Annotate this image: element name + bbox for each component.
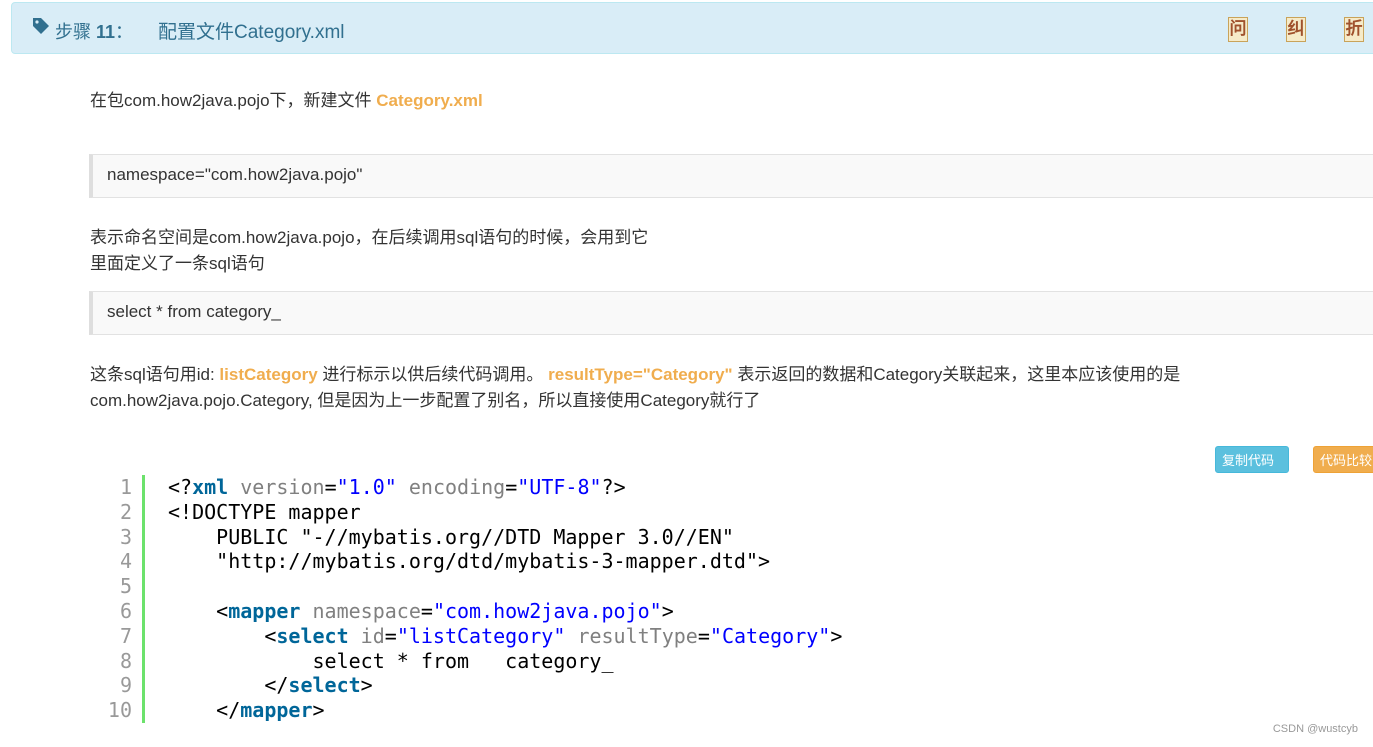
step-header: 步骤 11： 配置文件Category.xml 问 纠 折: [11, 2, 1373, 54]
code-line-6: <mapper namespace="com.how2java.pojo">: [216, 598, 674, 623]
watermark: CSDN @wustcyb: [1272, 723, 1358, 735]
code-line-8: select * from category_: [168, 648, 614, 673]
line-number: 4: [119, 549, 132, 574]
highlight-result-type: resultType="Category": [548, 365, 733, 384]
intro-highlight: Category.xml: [376, 91, 483, 110]
code-line-2: <!DOCTYPE mapper: [168, 499, 361, 524]
line-number: 7: [119, 623, 132, 648]
code-line-7: <select id="listCategory" resultType="Ca…: [264, 623, 843, 648]
explain-select: 这条sql语句用id: listCategory 进行标示以供后续代码调用。 r…: [90, 365, 1181, 410]
intro-text: 在包com.how2java.pojo下，新建文件 Category.xml: [90, 91, 483, 110]
gutter-divider: [142, 475, 145, 723]
line-number: 10: [107, 698, 132, 723]
line-number-gutter: 1 2 3 4 5 6 7 8 9 10: [98, 475, 132, 723]
code-snippet-namespace: namespace="com.how2java.pojo": [89, 154, 1373, 198]
code-snippet-select: select * from category_: [89, 291, 1373, 335]
copy-code-button[interactable]: 复制代码: [1215, 446, 1289, 473]
code-block: <?xml version="1.0" encoding="UTF-8"?> <…: [168, 475, 842, 723]
question-button[interactable]: 问: [1228, 17, 1248, 42]
code-line-9: </select>: [264, 673, 373, 698]
collapse-button[interactable]: 折: [1344, 17, 1364, 42]
code-line-3: PUBLIC "-//mybatis.org//DTD Mapper 3.0//…: [168, 524, 734, 549]
line-number: 3: [119, 524, 132, 549]
line-number: 8: [119, 648, 132, 673]
step-label: 步骤 11：: [55, 22, 134, 42]
correction-button[interactable]: 纠: [1286, 17, 1306, 42]
step-title: 配置文件Category.xml: [158, 22, 345, 43]
compare-code-button[interactable]: 代码比较: [1313, 446, 1373, 473]
line-number: 2: [119, 499, 132, 524]
line-number: 1: [119, 475, 132, 499]
code-line-1: <?xml version="1.0" encoding="UTF-8"?>: [168, 475, 626, 499]
line-number: 5: [119, 574, 132, 599]
explain-namespace: 表示命名空间是com.how2java.pojo，在后续调用sql语句的时候，会…: [90, 228, 649, 273]
line-number: 6: [119, 598, 132, 623]
tag-icon: [33, 18, 49, 34]
highlight-list-category: listCategory: [219, 365, 318, 384]
code-line-4: "http://mybatis.org/dtd/mybatis-3-mapper…: [168, 549, 771, 574]
line-number: 9: [119, 673, 132, 698]
code-line-10: </mapper>: [216, 698, 325, 723]
step-number: 11: [96, 22, 116, 42]
